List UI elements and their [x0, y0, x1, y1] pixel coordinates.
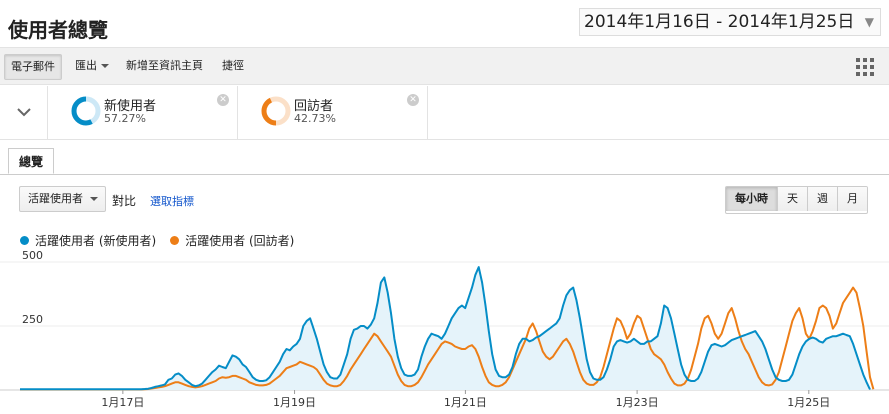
- add-to-dashboard-button[interactable]: 新增至資訊主頁: [126, 54, 203, 78]
- x-tick-label: 1月17日: [101, 396, 144, 409]
- legend-item-new-users[interactable]: 活躍使用者 (新使用者): [20, 232, 156, 249]
- x-tick-label: 1月25日: [787, 396, 830, 409]
- granularity-week[interactable]: 週: [807, 187, 837, 211]
- granularity-month[interactable]: 月: [837, 187, 867, 211]
- grid-icon[interactable]: [855, 57, 875, 77]
- metric-select-label: 活躍使用者: [28, 192, 83, 205]
- caret-down-icon: [101, 64, 109, 68]
- date-range-text: 2014年1月16日 - 2014年1月25日: [584, 12, 855, 32]
- close-icon[interactable]: ✕: [407, 94, 419, 106]
- segment-bar: 新使用者 57.27% ✕ 回訪者 42.73% ✕: [0, 86, 889, 140]
- y-tick-label: 250: [22, 313, 43, 326]
- chart-legend: 活躍使用者 (新使用者) 活躍使用者 (回訪者): [20, 232, 294, 249]
- tab-overview[interactable]: 總覽: [8, 148, 55, 174]
- toolbar: 電子郵件 匯出 新增至資訊主頁 捷徑: [0, 47, 889, 85]
- segment-new-users[interactable]: 新使用者 57.27% ✕: [60, 86, 238, 140]
- chevron-down-icon: ▼: [864, 15, 874, 29]
- donut-icon: [261, 96, 291, 126]
- export-label: 匯出: [75, 59, 97, 72]
- donut-icon: [71, 96, 101, 126]
- compare-label: 對比: [112, 194, 137, 208]
- segment-returning-users[interactable]: 回訪者 42.73% ✕: [250, 86, 428, 140]
- select-metric-link[interactable]: 選取指標: [150, 193, 194, 209]
- legend-label: 活躍使用者 (回訪者): [185, 234, 295, 248]
- segment-percent: 42.73%: [294, 112, 336, 125]
- segment-percent: 57.27%: [104, 112, 146, 125]
- email-button[interactable]: 電子郵件: [4, 54, 62, 80]
- line-chart: 500 250 1月17日 1月19日 1月21日 1月23日 1月25日: [0, 250, 889, 409]
- close-icon[interactable]: ✕: [217, 94, 229, 106]
- granularity-hourly[interactable]: 每小時: [726, 187, 777, 211]
- y-tick-label: 500: [22, 250, 43, 262]
- metric-select[interactable]: 活躍使用者: [19, 186, 106, 212]
- granularity-day[interactable]: 天: [777, 187, 807, 211]
- segment-toggle[interactable]: [0, 86, 48, 140]
- shortcut-button[interactable]: 捷徑: [222, 54, 244, 78]
- caret-down-icon: [90, 197, 98, 201]
- tab-bar: 總覽: [0, 148, 889, 175]
- page-title: 使用者總覽: [8, 18, 108, 42]
- chevron-down-icon: [17, 108, 31, 117]
- granularity-switch: 每小時 天 週 月: [725, 186, 868, 214]
- legend-dot-icon: [170, 236, 180, 245]
- x-tick-label: 1月21日: [444, 396, 487, 409]
- legend-item-returning-users[interactable]: 活躍使用者 (回訪者): [170, 232, 294, 249]
- export-button[interactable]: 匯出: [75, 54, 109, 78]
- area-fill: [20, 267, 870, 390]
- legend-dot-icon: [20, 236, 29, 245]
- x-tick-label: 1月23日: [616, 396, 659, 409]
- x-tick-label: 1月19日: [273, 396, 316, 409]
- legend-label: 活躍使用者 (新使用者): [35, 234, 157, 248]
- date-range-picker[interactable]: 2014年1月16日 - 2014年1月25日 ▼: [579, 8, 881, 36]
